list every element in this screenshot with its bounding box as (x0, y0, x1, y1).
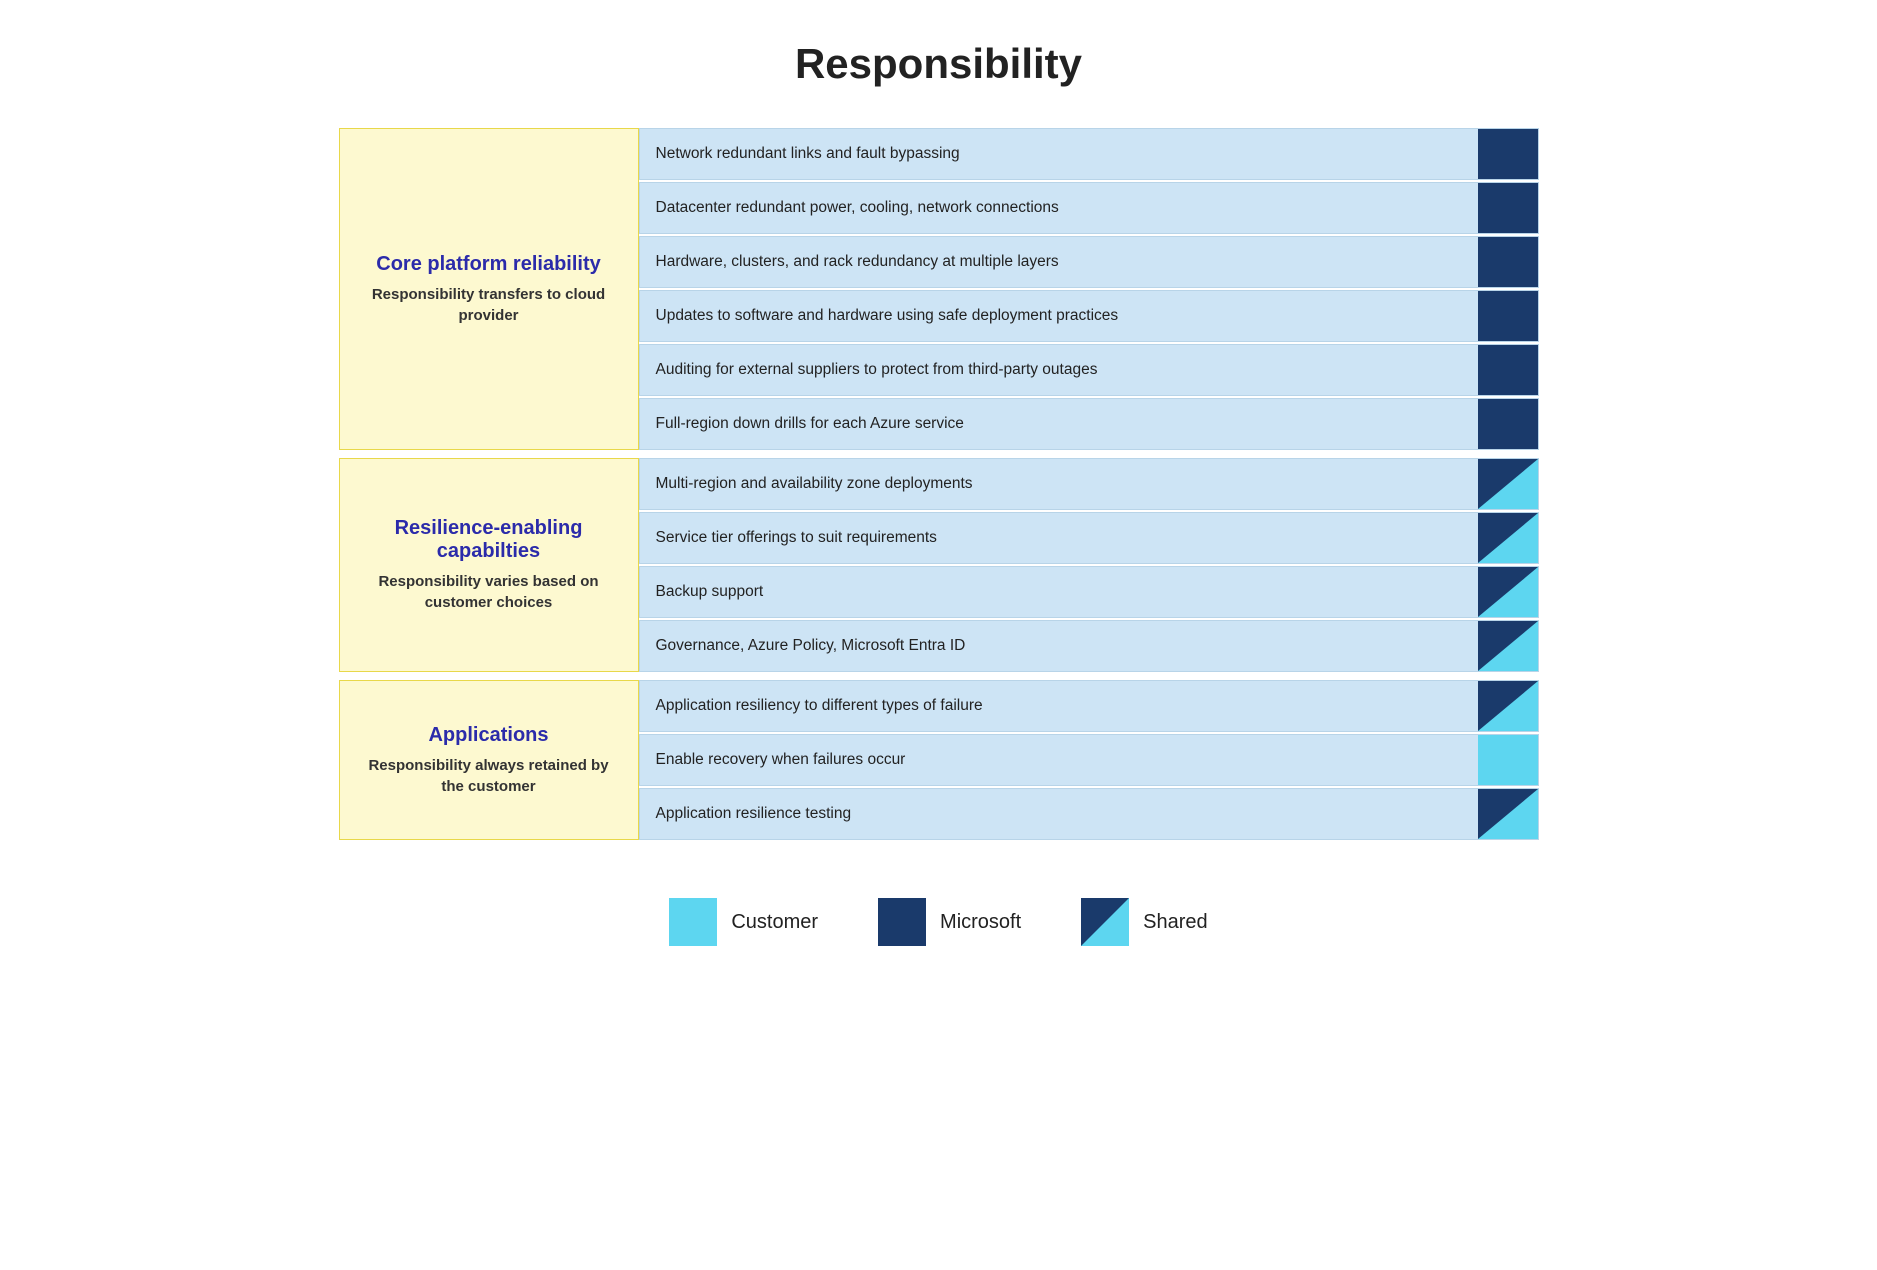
legend-item-shared: Shared (1081, 898, 1208, 946)
main-content: Core platform reliability Responsibility … (339, 128, 1539, 848)
legend-label-customer: Customer (731, 911, 818, 934)
item-row: Governance, Azure Policy, Microsoft Entr… (639, 620, 1539, 672)
indicator-microsoft (1478, 237, 1538, 287)
item-row: Full-region down drills for each Azure s… (639, 398, 1539, 450)
indicator-shared (1478, 789, 1538, 839)
item-text: Hardware, clusters, and rack redundancy … (640, 243, 1478, 281)
item-text: Backup support (640, 573, 1478, 611)
legend-item-microsoft: Microsoft (878, 898, 1021, 946)
legend-label-shared: Shared (1143, 911, 1208, 934)
item-row: Datacenter redundant power, cooling, net… (639, 182, 1539, 234)
items-col-core-platform: Network redundant links and fault bypass… (639, 128, 1539, 450)
indicator-shared (1478, 513, 1538, 563)
item-row: Multi-region and availability zone deplo… (639, 458, 1539, 510)
section-subtitle-applications: Responsibility always retained by the cu… (360, 755, 618, 797)
item-row: Backup support (639, 566, 1539, 618)
legend-item-customer: Customer (669, 898, 818, 946)
section-row-core-platform: Core platform reliability Responsibility … (339, 128, 1539, 450)
section-row-applications: Applications Responsibility always retain… (339, 680, 1539, 840)
items-col-resilience-enabling: Multi-region and availability zone deplo… (639, 458, 1539, 672)
section-subtitle-core-platform: Responsibility transfers to cloud provid… (360, 284, 618, 326)
indicator-shared (1478, 621, 1538, 671)
item-row: Hardware, clusters, and rack redundancy … (639, 236, 1539, 288)
indicator-microsoft (1478, 183, 1538, 233)
label-box-core-platform: Core platform reliability Responsibility … (339, 128, 639, 450)
page-title: Responsibility (795, 40, 1082, 88)
indicator-microsoft (1478, 345, 1538, 395)
legend-swatch-microsoft (878, 898, 926, 946)
legend-swatch-customer (669, 898, 717, 946)
section-title-resilience-enabling: Resilience-enabling capabilties (360, 517, 618, 563)
items-col-applications: Application resiliency to different type… (639, 680, 1539, 840)
label-box-applications: Applications Responsibility always retain… (339, 680, 639, 840)
item-text: Application resiliency to different type… (640, 687, 1478, 725)
item-row: Auditing for external suppliers to prote… (639, 344, 1539, 396)
legend-swatch-shared (1081, 898, 1129, 946)
item-text: Updates to software and hardware using s… (640, 297, 1478, 335)
item-row: Service tier offerings to suit requireme… (639, 512, 1539, 564)
section-title-applications: Applications (428, 724, 548, 747)
item-row: Updates to software and hardware using s… (639, 290, 1539, 342)
item-text: Enable recovery when failures occur (640, 741, 1478, 779)
indicator-microsoft (1478, 291, 1538, 341)
item-row: Network redundant links and fault bypass… (639, 128, 1539, 180)
indicator-customer (1478, 735, 1538, 785)
indicator-shared (1478, 567, 1538, 617)
section-row-resilience-enabling: Resilience-enabling capabilties Responsib… (339, 458, 1539, 672)
label-box-resilience-enabling: Resilience-enabling capabilties Responsib… (339, 458, 639, 672)
item-text: Application resilience testing (640, 795, 1478, 833)
legend: Customer Microsoft Shared (669, 898, 1207, 946)
legend-label-microsoft: Microsoft (940, 911, 1021, 934)
section-subtitle-resilience-enabling: Responsibility varies based on customer … (360, 571, 618, 613)
item-text: Datacenter redundant power, cooling, net… (640, 189, 1478, 227)
item-text: Network redundant links and fault bypass… (640, 135, 1478, 173)
item-row: Application resiliency to different type… (639, 680, 1539, 732)
section-title-core-platform: Core platform reliability (376, 253, 601, 276)
item-text: Auditing for external suppliers to prote… (640, 351, 1478, 389)
item-text: Service tier offerings to suit requireme… (640, 519, 1478, 557)
item-text: Full-region down drills for each Azure s… (640, 405, 1478, 443)
indicator-shared (1478, 681, 1538, 731)
item-text: Multi-region and availability zone deplo… (640, 465, 1478, 503)
indicator-microsoft (1478, 129, 1538, 179)
item-row: Application resilience testing (639, 788, 1539, 840)
item-text: Governance, Azure Policy, Microsoft Entr… (640, 627, 1478, 665)
item-row: Enable recovery when failures occur (639, 734, 1539, 786)
indicator-shared (1478, 459, 1538, 509)
indicator-microsoft (1478, 399, 1538, 449)
